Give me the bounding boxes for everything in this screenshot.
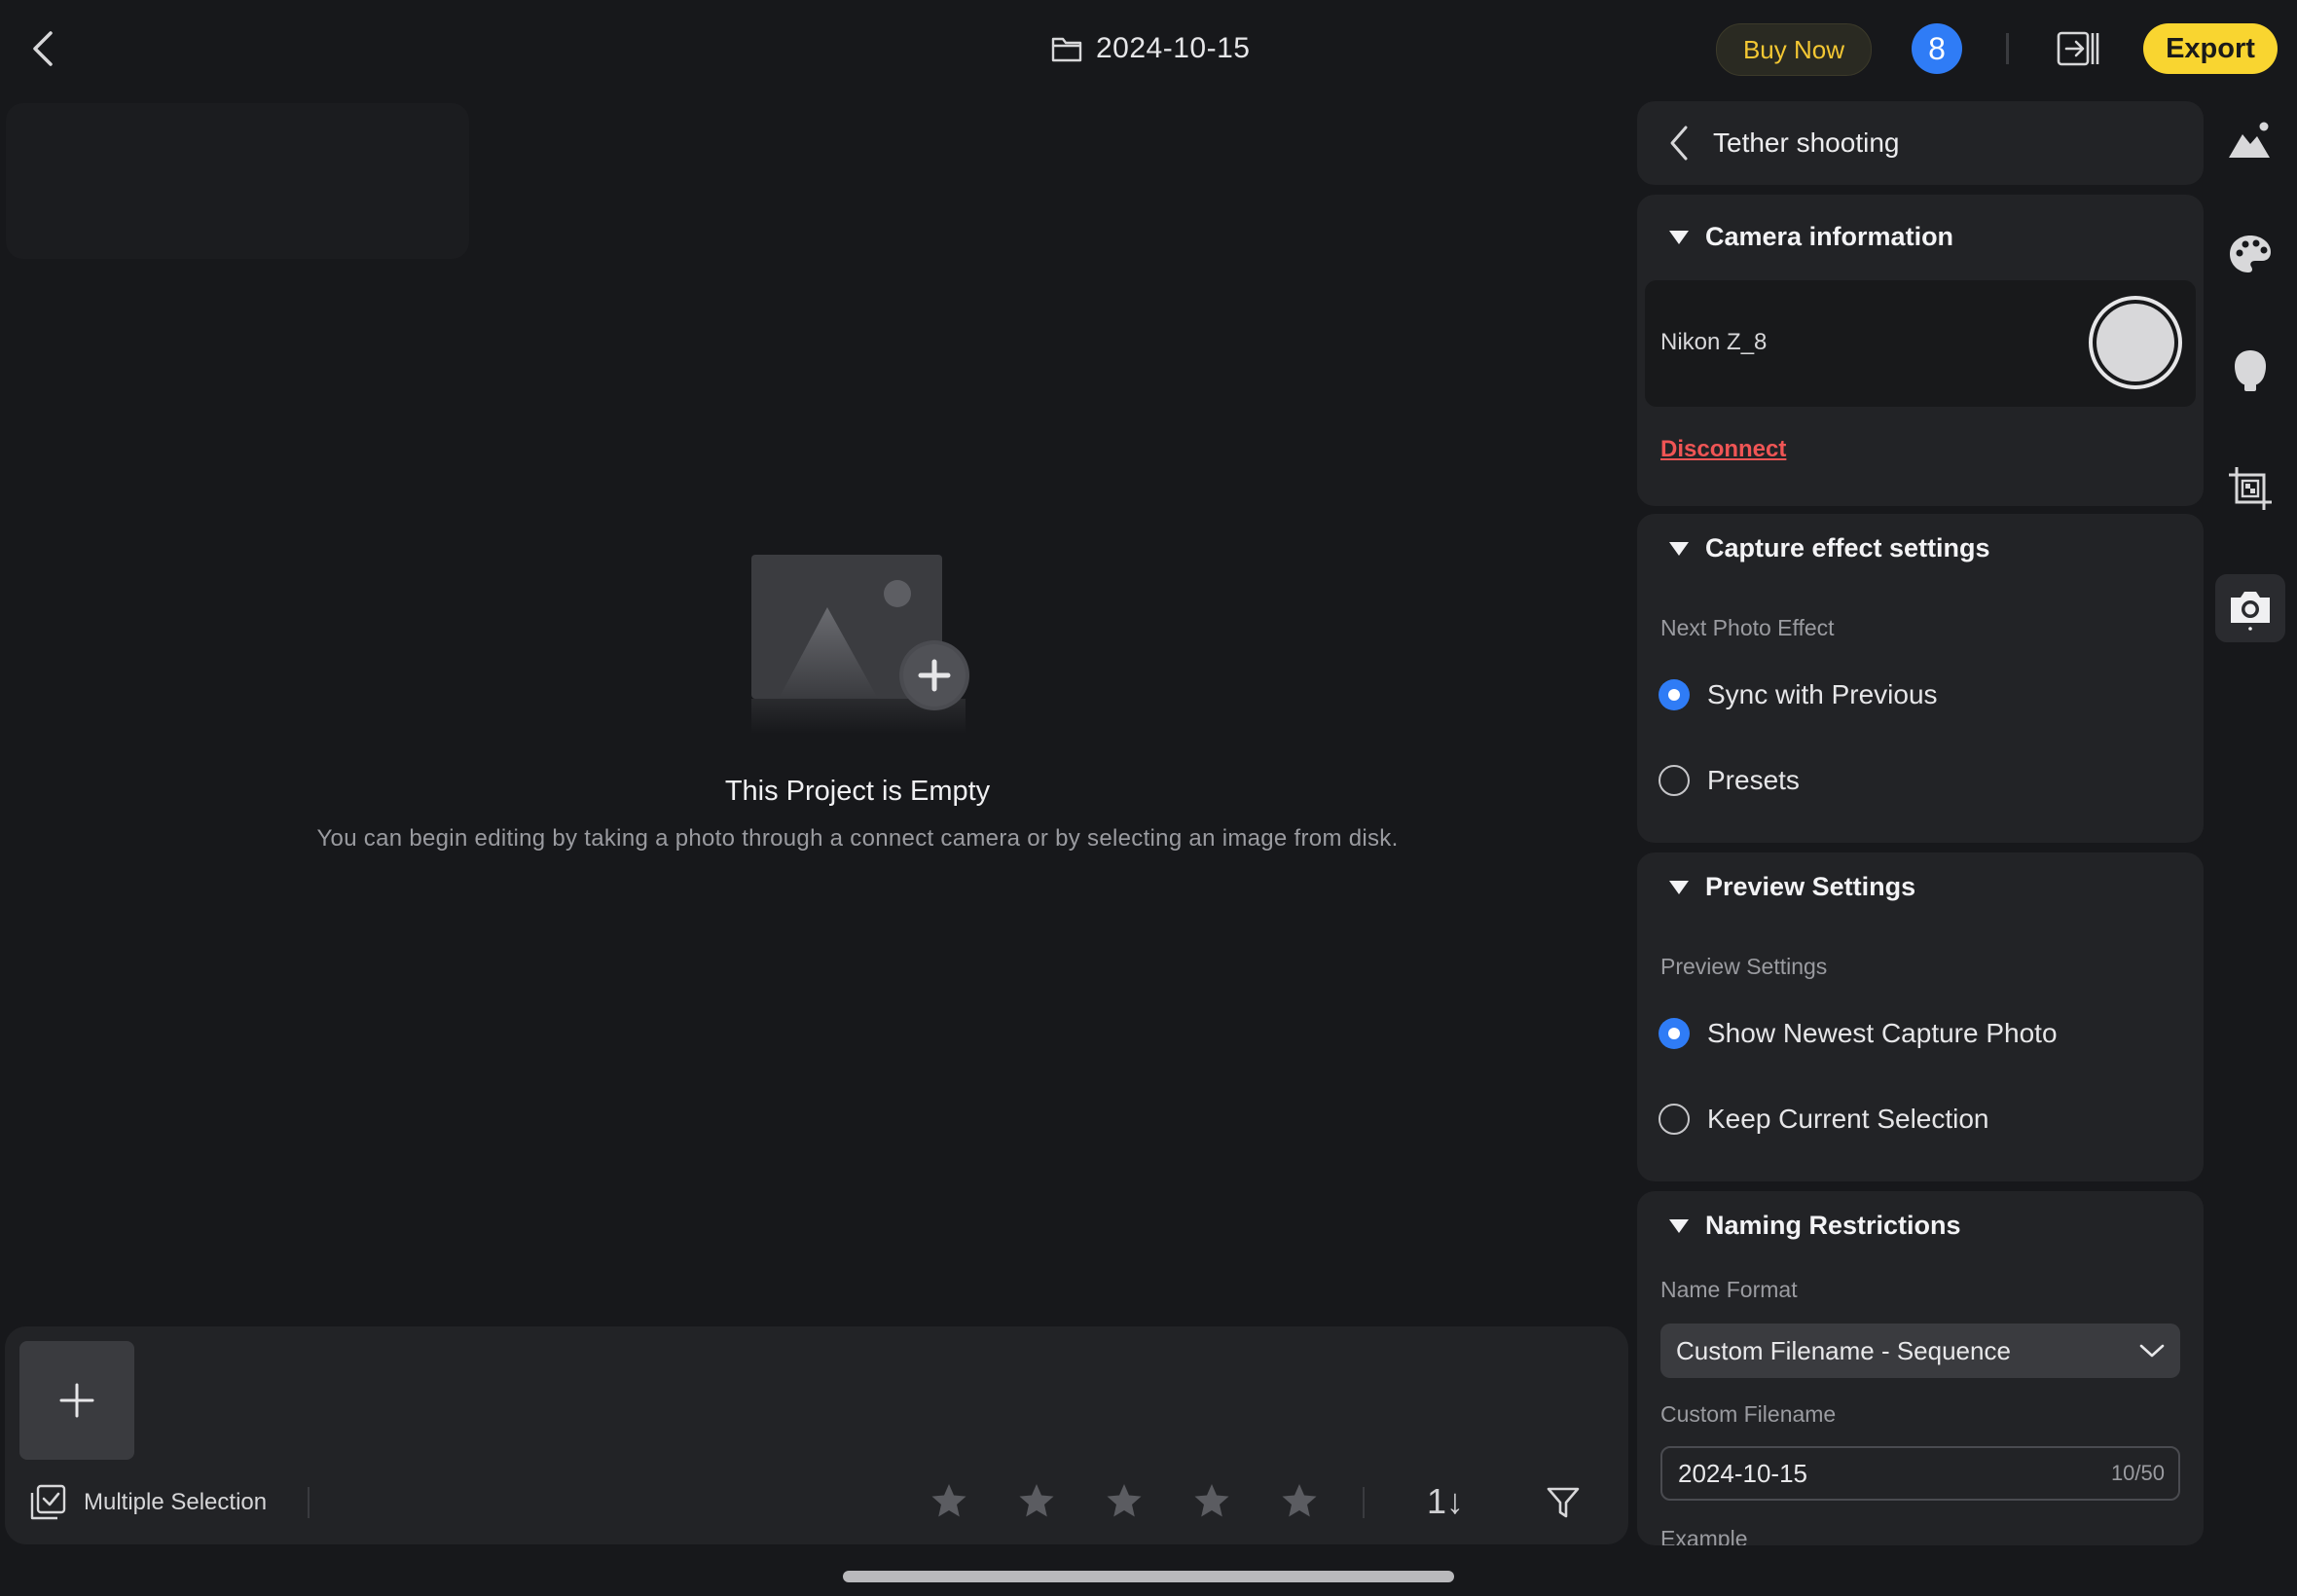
- radio-label: Sync with Previous: [1707, 679, 1938, 709]
- project-title-text: 2024-10-15: [1096, 32, 1251, 64]
- radio-presets[interactable]: Presets: [1659, 765, 1800, 796]
- sort-button[interactable]: 1↓: [1427, 1480, 1464, 1523]
- next-photo-effect-label: Next Photo Effect: [1660, 615, 1835, 640]
- radio-label: Show Newest Capture Photo: [1707, 1018, 2058, 1048]
- plus-icon: [59, 1383, 94, 1418]
- palette-icon[interactable]: [2227, 232, 2274, 278]
- triangle-down-icon: [1669, 541, 1689, 556]
- panel-toggle-button[interactable]: [2057, 27, 2099, 70]
- filter-button[interactable]: [1546, 1485, 1581, 1520]
- capture-effect-header[interactable]: Capture effect settings: [1668, 533, 1990, 563]
- camera-icon[interactable]: [2227, 584, 2274, 631]
- preview-settings-header[interactable]: Preview Settings: [1668, 872, 1915, 902]
- radio-selected-icon: [1659, 679, 1690, 710]
- panel-back-button[interactable]: [1666, 124, 1692, 163]
- empty-state-title: This Project is Empty: [724, 776, 991, 807]
- buy-now-button[interactable]: Buy Now: [1716, 23, 1872, 76]
- folder-icon: [1051, 37, 1082, 62]
- multiple-selection-label: Multiple Selection: [84, 1489, 268, 1515]
- radio-unselected-icon: [1659, 765, 1690, 796]
- multi-select-icon: [30, 1484, 66, 1520]
- back-button[interactable]: [23, 25, 64, 72]
- camera-information-section: Camera information Nikon Z_8 Disconnect: [1637, 195, 2204, 506]
- name-format-label: Name Format: [1660, 1277, 1798, 1302]
- radio-keep-current-selection[interactable]: Keep Current Selection: [1659, 1104, 1989, 1135]
- triangle-down-icon: [1669, 230, 1689, 244]
- rating-filter: [930, 1481, 1319, 1524]
- placeholder-panel: [6, 103, 469, 259]
- export-button[interactable]: Export: [2143, 23, 2278, 74]
- preview-settings-section: Preview Settings Preview Settings Show N…: [1637, 852, 2204, 1181]
- portrait-icon[interactable]: [2227, 346, 2274, 393]
- example-label: Example: [1660, 1526, 1748, 1545]
- camera-card: Nikon Z_8: [1645, 280, 2196, 407]
- section-title: Camera information: [1705, 222, 1954, 251]
- chevron-down-icon: [2139, 1344, 2165, 1358]
- section-title: Capture effect settings: [1705, 533, 1990, 562]
- star-icon[interactable]: [1280, 1481, 1319, 1520]
- divider: [1363, 1487, 1365, 1518]
- naming-restrictions-header[interactable]: Naming Restrictions: [1668, 1211, 1961, 1241]
- disconnect-link[interactable]: Disconnect: [1660, 436, 1786, 463]
- triangle-down-icon: [1669, 880, 1689, 894]
- radio-label: Keep Current Selection: [1707, 1104, 1989, 1134]
- crop-icon[interactable]: [2227, 465, 2274, 512]
- multiple-selection-button[interactable]: Multiple Selection: [29, 1483, 267, 1522]
- radio-selected-icon: [1659, 1018, 1690, 1049]
- panel-collapse-icon: [2057, 31, 2099, 66]
- empty-state-description: You can begin editing by taking a photo …: [316, 825, 1399, 852]
- section-title: Preview Settings: [1705, 872, 1916, 901]
- star-icon[interactable]: [1192, 1481, 1231, 1520]
- custom-filename-input[interactable]: [1678, 1458, 2048, 1489]
- section-title: Naming Restrictions: [1705, 1211, 1961, 1240]
- triangle-down-icon: [1669, 1218, 1689, 1233]
- custom-filename-label: Custom Filename: [1660, 1401, 1837, 1427]
- project-title[interactable]: 2024-10-15: [1051, 27, 1250, 70]
- star-icon[interactable]: [1017, 1481, 1056, 1520]
- filter-icon: [1547, 1487, 1580, 1518]
- radio-sync-with-previous[interactable]: Sync with Previous: [1659, 679, 1938, 710]
- chevron-left-icon: [1670, 126, 1688, 161]
- notification-badge[interactable]: 8: [1912, 23, 1962, 74]
- panel-title: Tether shooting: [1713, 127, 1900, 158]
- shutter-inner: [2096, 304, 2174, 381]
- custom-filename-input-wrap: 10/50: [1660, 1446, 2180, 1501]
- chevron-left-icon: [33, 31, 53, 66]
- radio-label: Presets: [1707, 765, 1800, 795]
- landscape-icon[interactable]: [2227, 117, 2274, 163]
- radio-unselected-icon: [1659, 1104, 1690, 1135]
- divider: [2006, 33, 2009, 64]
- home-indicator: [843, 1571, 1454, 1582]
- star-icon[interactable]: [930, 1481, 968, 1520]
- divider: [308, 1487, 310, 1518]
- camera-information-header[interactable]: Camera information: [1668, 222, 1953, 252]
- name-format-select[interactable]: Custom Filename - Sequence: [1660, 1324, 2180, 1378]
- shutter-button[interactable]: [2089, 296, 2182, 389]
- tether-shooting-header: Tether shooting: [1637, 101, 2204, 185]
- add-image-icon[interactable]: [749, 553, 973, 738]
- camera-name: Nikon Z_8: [1660, 329, 1768, 355]
- name-format-value: Custom Filename - Sequence: [1676, 1335, 2011, 1365]
- naming-restrictions-section: Naming Restrictions Name Format Custom F…: [1637, 1191, 2204, 1545]
- char-counter: 10/50: [2110, 1461, 2165, 1485]
- capture-effect-section: Capture effect settings Next Photo Effec…: [1637, 514, 2204, 843]
- add-photo-button[interactable]: [19, 1341, 134, 1460]
- radio-show-newest-capture[interactable]: Show Newest Capture Photo: [1659, 1018, 2058, 1049]
- star-icon[interactable]: [1105, 1481, 1144, 1520]
- preview-settings-label: Preview Settings: [1660, 954, 1828, 979]
